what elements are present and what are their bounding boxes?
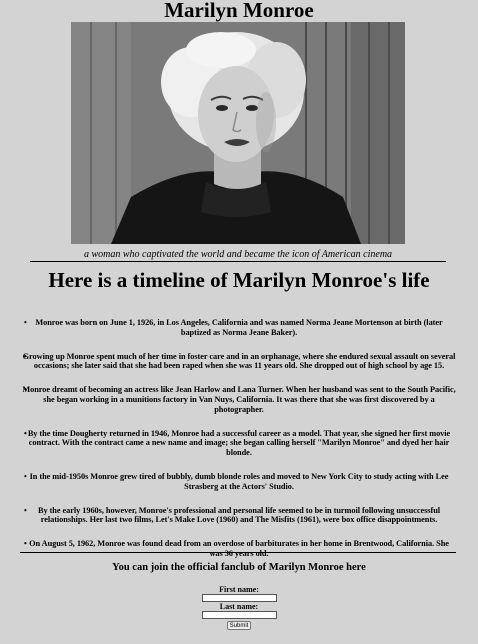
timeline-heading: Here is a timeline of Marilyn Monroe's l… <box>48 268 430 292</box>
section-divider <box>20 552 456 553</box>
photo-caption: a woman who captivated the world and bec… <box>30 249 446 262</box>
last-name-label: Last name: <box>219 602 259 611</box>
timeline-list: Monroe was born on June 1, 1926, in Los … <box>22 318 456 573</box>
timeline-item: Monroe dreamt of becoming an actress lik… <box>22 385 456 414</box>
first-name-field[interactable] <box>201 594 277 602</box>
fanclub-form: First name: Last name: Submit <box>0 585 478 630</box>
page-title: Marilyn Monroe <box>164 0 314 22</box>
marilyn-photo <box>71 22 405 244</box>
first-name-label: First name: <box>219 585 259 594</box>
fanclub-text: You can join the official fanclub of Mar… <box>112 562 366 573</box>
last-name-field[interactable] <box>201 611 277 619</box>
timeline-item: By the early 1960s, however, Monroe's pr… <box>22 506 456 526</box>
timeline-item: Growing up Monroe spent much of her time… <box>22 352 456 372</box>
timeline-item: In the mid-1950s Monroe grew tired of bu… <box>22 472 456 492</box>
submit-button[interactable]: Submit <box>226 621 252 630</box>
timeline-item: Monroe was born on June 1, 1926, in Los … <box>22 318 456 338</box>
timeline-item: By the time Dougherty returned in 1946, … <box>22 429 456 458</box>
portrait-image <box>71 22 405 244</box>
timeline-item: On August 5, 1962, Monroe was found dead… <box>22 539 456 559</box>
